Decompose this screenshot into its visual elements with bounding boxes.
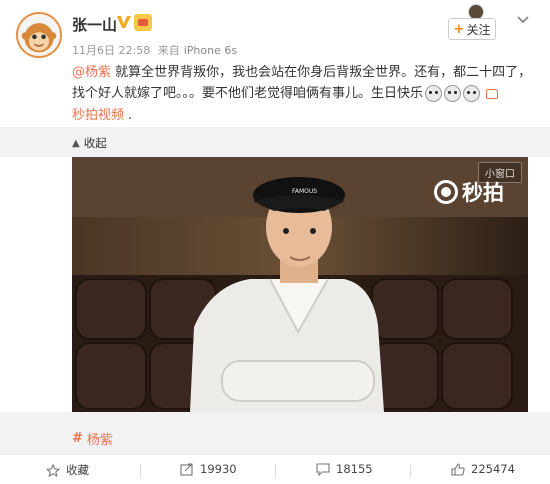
- divider: [275, 464, 276, 478]
- post-meta: 11月6日 22:58 来自 iPhone 6s: [72, 42, 241, 58]
- miaopai-logo: 秒拍: [434, 177, 504, 207]
- post-date[interactable]: 11月6日 22:58: [72, 44, 150, 57]
- share-icon: [180, 462, 193, 476]
- follow-label: 关注: [466, 22, 491, 37]
- miaopai-camera-icon: [434, 180, 458, 204]
- username[interactable]: 张一山: [72, 14, 117, 35]
- comment-button[interactable]: 18155: [316, 462, 373, 476]
- hash-icon: #: [72, 431, 83, 446]
- emoji-group: [423, 83, 481, 104]
- video-link-icon: [486, 88, 499, 99]
- miaopai-logo-text: 秒拍: [462, 181, 504, 205]
- topic-tag[interactable]: # 杨紫: [72, 429, 113, 448]
- divider: [410, 464, 411, 478]
- monkey-avatar-icon: [18, 14, 60, 56]
- post-header: 张一山 11月6日 22:58 来自 iPhone 6s + 关注: [0, 0, 550, 62]
- member-badge-icon: [134, 14, 152, 31]
- emoji-icon: [463, 85, 481, 102]
- emoji-icon: [425, 85, 443, 102]
- verified-v-icon: [117, 16, 131, 28]
- share-count: 19930: [200, 462, 237, 476]
- post-text-line2: 找个好人就嫁了吧。。。要不他们老觉得咱俩有事儿。生日快乐: [72, 86, 424, 101]
- star-icon: [46, 463, 60, 477]
- user-avatar[interactable]: [16, 12, 62, 58]
- follow-button[interactable]: + 关注: [448, 18, 496, 40]
- like-icon: [451, 462, 465, 476]
- like-count: 225474: [471, 462, 515, 476]
- comment-count: 18155: [336, 462, 373, 476]
- video-player[interactable]: FAMOUS 小窗口 秒拍: [72, 157, 528, 412]
- source-prefix: 来自: [157, 44, 180, 57]
- video-link-suffix: .: [128, 108, 133, 123]
- mention-link[interactable]: @杨紫: [72, 65, 111, 80]
- video-link[interactable]: 秒拍视频.: [72, 104, 132, 123]
- cap-text: FAMOUS: [292, 188, 317, 195]
- collapse-arrow-icon: ▲: [72, 137, 80, 149]
- post-text-line1: 就算全世界背叛你，我也会站在你身后背叛全世界。还有，都二十四了，: [111, 65, 532, 80]
- post-text: @杨紫 就算全世界背叛你，我也会站在你身后背叛全世界。还有，都二十四了， 找个好…: [72, 62, 532, 104]
- share-button[interactable]: 19930: [180, 462, 237, 476]
- action-bar: 收藏 19930 18155 225474: [0, 454, 550, 484]
- plus-icon: +: [453, 21, 465, 37]
- follow-area: + 关注: [448, 4, 496, 40]
- favorite-label: 收藏: [66, 463, 89, 477]
- comment-icon: [316, 462, 330, 476]
- favorite-button[interactable]: 收藏: [46, 462, 89, 478]
- post-device: iPhone 6s: [183, 44, 238, 57]
- chevron-down-icon[interactable]: [516, 14, 530, 26]
- divider: [140, 464, 141, 478]
- collapse-label: 收起: [83, 136, 107, 150]
- like-button[interactable]: 225474: [451, 462, 515, 476]
- video-link-label[interactable]: 秒拍视频: [72, 108, 124, 123]
- collapse-button[interactable]: ▲ 收起: [72, 135, 107, 151]
- emoji-icon: [444, 85, 462, 102]
- topic-label[interactable]: 杨紫: [87, 429, 113, 448]
